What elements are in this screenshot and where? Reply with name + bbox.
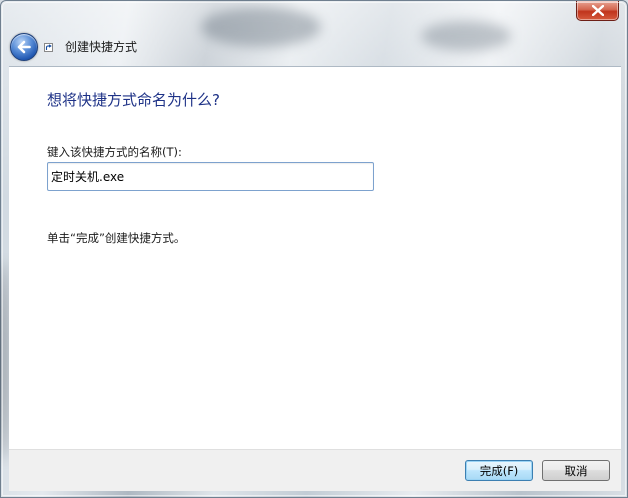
button-bar: 完成(F) 取消 [9,449,621,491]
close-icon [592,5,604,16]
back-arrow-icon [17,40,31,54]
window-frame: 创建快捷方式 想将快捷方式命名为什么? 键入该快捷方式的名称(T): 单击“完成… [0,0,628,498]
content-panel: 想将快捷方式命名为什么? 键入该快捷方式的名称(T): 单击“完成”创建快捷方式… [9,66,621,449]
cancel-button[interactable]: 取消 [542,460,610,481]
glass-blur [201,7,321,47]
finish-hint: 单击“完成”创建快捷方式。 [47,231,186,245]
finish-button[interactable]: 完成(F) [465,460,533,481]
close-button[interactable] [576,1,619,21]
glass-blur [421,21,511,51]
name-label: 键入该快捷方式的名称(T): [47,145,182,159]
shortcut-icon [44,43,53,52]
glass-blur [1,261,7,461]
back-button[interactable] [10,33,38,61]
window-title: 创建快捷方式 [65,40,138,54]
shortcut-name-input[interactable] [47,162,374,191]
page-heading: 想将快捷方式命名为什么? [47,91,220,109]
